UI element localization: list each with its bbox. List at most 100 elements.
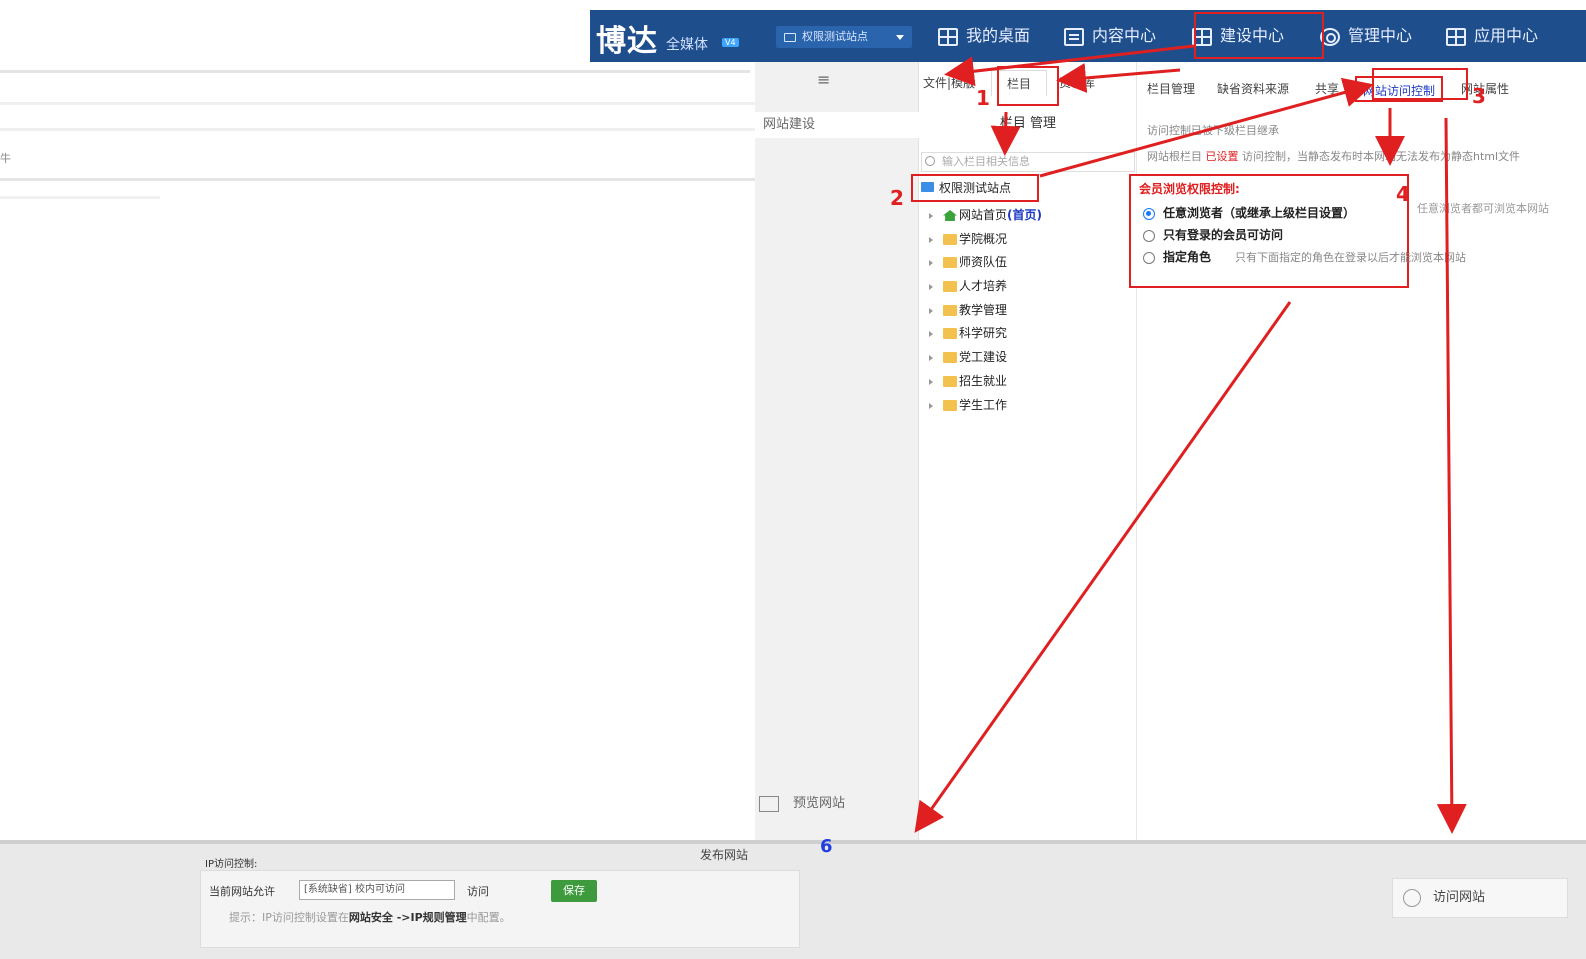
tab-library[interactable]: 资料库 bbox=[1055, 70, 1099, 96]
nav-content-center[interactable]: 内容中心 bbox=[1064, 10, 1156, 62]
current-site-allow-label: 当前网站允许 bbox=[209, 885, 275, 898]
content-panel: 栏目管理 缺省资料来源 共享 网站访问控制 网站属性 访问控制已被下级栏目继承 … bbox=[1129, 62, 1586, 842]
tree-item[interactable]: 科学研究 bbox=[929, 322, 1042, 346]
tree-item[interactable]: 网站首页(首页) bbox=[929, 204, 1042, 228]
preview-label: 预览网站 bbox=[793, 796, 846, 811]
step-number: 2 bbox=[890, 186, 904, 210]
radio-unchecked[interactable] bbox=[1143, 229, 1155, 242]
tip-prefix: 提示：IP访问控制设置在 bbox=[229, 911, 349, 924]
search-placeholder: 输入栏目相关信息 bbox=[942, 155, 1030, 168]
highlight-build-center bbox=[1194, 12, 1324, 59]
folder-icon bbox=[943, 352, 957, 364]
artifact-line bbox=[0, 128, 760, 131]
expand-icon[interactable] bbox=[929, 355, 933, 362]
artifact-line bbox=[0, 178, 760, 181]
folder-icon bbox=[943, 375, 957, 387]
grid-icon bbox=[938, 27, 958, 46]
ip-access-label: IP访问控制: bbox=[205, 859, 258, 870]
radio-unchecked[interactable] bbox=[1143, 251, 1155, 264]
monitor-icon bbox=[921, 182, 934, 192]
nav-my-desktop[interactable]: 我的桌面 bbox=[938, 10, 1030, 62]
folder-icon bbox=[943, 304, 957, 316]
nav-label: 应用中心 bbox=[1474, 26, 1539, 45]
ip-rule-select[interactable]: [系统缺省] 校内可访问 bbox=[299, 880, 455, 900]
preview-site-button[interactable]: 预览网站 bbox=[759, 792, 845, 812]
tree-item[interactable]: 学生工作 bbox=[929, 394, 1042, 418]
tree-item[interactable]: 师资队伍 bbox=[929, 251, 1042, 275]
tree-item[interactable]: 学院概况 bbox=[929, 228, 1042, 252]
nav-site-build[interactable]: 网站建设 bbox=[755, 112, 919, 138]
visit-site-label: 访问网站 bbox=[1433, 890, 1486, 905]
tree-search-input[interactable]: 输入栏目相关信息 bbox=[921, 152, 1135, 172]
expand-icon[interactable] bbox=[929, 307, 933, 314]
artifact-line bbox=[0, 196, 160, 199]
visit-site-button[interactable]: 访问网站 bbox=[1392, 878, 1568, 918]
option-hint: 只有下面指定的角色在登录以后才能浏览本网站 bbox=[1235, 251, 1467, 264]
folder-icon bbox=[943, 328, 957, 340]
folder-icon bbox=[943, 257, 957, 269]
home-icon bbox=[943, 210, 957, 221]
tree-item[interactable]: 教学管理 bbox=[929, 299, 1042, 323]
collapse-menu-icon[interactable]: ≡ bbox=[817, 70, 830, 89]
publish-site-button[interactable]: 发布网站 bbox=[700, 846, 748, 863]
grid-icon bbox=[1446, 27, 1466, 46]
option-label: 任意浏览者（或继承上级栏目设置） bbox=[1163, 206, 1356, 220]
save-button[interactable]: 保存 bbox=[551, 880, 597, 902]
tree-item-label: 师资队伍 bbox=[959, 255, 1008, 270]
option-label: 只有登录的会员可访问 bbox=[1163, 228, 1284, 242]
permission-title: 会员浏览权限控制: bbox=[1139, 182, 1240, 196]
nav-app-center[interactable]: 应用中心 bbox=[1446, 10, 1538, 62]
nav-admin-center[interactable]: 管理中心 bbox=[1320, 10, 1412, 62]
expand-icon[interactable] bbox=[929, 213, 933, 219]
tree-item[interactable]: 招生就业 bbox=[929, 370, 1042, 394]
tab-file-template[interactable]: 文件|模版 bbox=[919, 70, 979, 96]
expand-icon[interactable] bbox=[929, 284, 933, 291]
folder-icon bbox=[943, 399, 957, 411]
root-column-status: 网站根栏目 已设置 访问控制，当静态发布时本网站无法发布为静态html文件 bbox=[1147, 148, 1520, 164]
folder-icon bbox=[943, 233, 957, 245]
divider bbox=[0, 840, 1586, 844]
column-tree: 网站首页(首页) 学院概况 师资队伍 人才培养 教学管理 科学研究 党工建设 招… bbox=[929, 204, 1042, 417]
column-management-title: 栏目 管理 bbox=[999, 116, 1057, 131]
step-number: 4 bbox=[1396, 182, 1410, 206]
expand-icon[interactable] bbox=[929, 402, 933, 409]
tree-item-label: 党工建设 bbox=[959, 350, 1008, 365]
monitor-icon bbox=[784, 32, 796, 42]
tree-root-site[interactable]: 权限测试站点 bbox=[911, 174, 1039, 202]
radio-checked[interactable] bbox=[1143, 207, 1155, 220]
root-line-prefix: 网站根栏目 bbox=[1147, 150, 1202, 163]
site-selector[interactable]: 权限测试站点 bbox=[776, 26, 912, 48]
expand-icon[interactable] bbox=[929, 378, 933, 385]
tree-root-label: 权限测试站点 bbox=[939, 181, 1012, 195]
expand-icon[interactable] bbox=[929, 331, 933, 338]
tree-item[interactable]: 人才培养 bbox=[929, 275, 1042, 299]
nav-label: 管理中心 bbox=[1348, 26, 1413, 45]
tree-item-label: 人才培养 bbox=[959, 279, 1008, 294]
tree-item[interactable]: 党工建设 bbox=[929, 346, 1042, 370]
tab-default-source[interactable]: 缺省资料来源 bbox=[1211, 76, 1295, 102]
option-label: 指定角色 bbox=[1163, 250, 1212, 264]
left-nav-column: ≡ 网站建设 预览网站 bbox=[755, 62, 919, 842]
tab-column-management[interactable]: 栏目管理 bbox=[1141, 76, 1201, 102]
option-members-only[interactable]: 只有登录的会员可访问 bbox=[1143, 226, 1283, 243]
ip-tip: 提示：IP访问控制设置在网站安全 ->IP规则管理中配置。 bbox=[229, 909, 511, 925]
tip-suffix: 中配置。 bbox=[466, 911, 511, 924]
option-specified-roles[interactable]: 指定角色 只有下面指定的角色在登录以后才能浏览本网站 bbox=[1143, 248, 1466, 265]
globe-icon bbox=[1403, 889, 1421, 907]
option-any-visitor[interactable]: 任意浏览者（或继承上级栏目设置） bbox=[1143, 204, 1355, 221]
expand-icon[interactable] bbox=[929, 236, 933, 243]
site-selector-label: 权限测试站点 bbox=[802, 30, 868, 43]
step-number: 1 bbox=[976, 86, 990, 110]
tree-item-label: 教学管理 bbox=[959, 302, 1008, 317]
tab-share[interactable]: 共享 bbox=[1309, 76, 1345, 102]
column-tree-panel: 文件|模版 栏目 资料库 栏目 管理 输入栏目相关信息 权限测试站点 网站首页(… bbox=[911, 62, 1137, 842]
folder-icon bbox=[943, 281, 957, 293]
access-label: 访问 bbox=[467, 885, 489, 898]
tip-link[interactable]: 网站安全 ->IP规则管理 bbox=[349, 911, 467, 924]
expand-icon[interactable] bbox=[929, 260, 933, 267]
home-suffix: (首页) bbox=[1007, 208, 1042, 222]
tree-item-label: 学院概况 bbox=[959, 231, 1008, 246]
any-visitor-hint: 任意浏览者都可浏览本网站 bbox=[1417, 202, 1549, 215]
logo-version-badge: V4 bbox=[722, 38, 739, 47]
tree-item-label: 科学研究 bbox=[959, 326, 1008, 341]
